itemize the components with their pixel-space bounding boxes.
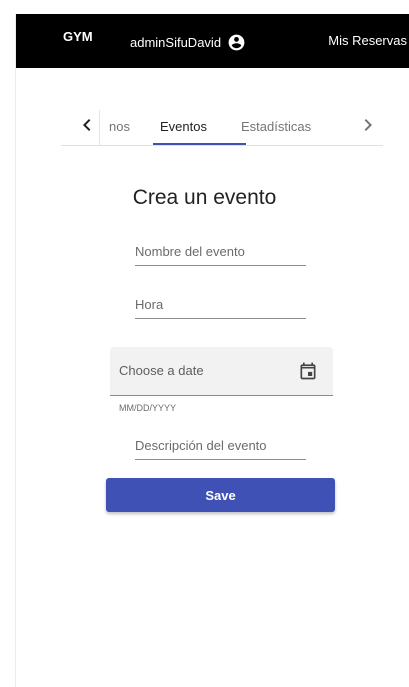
tab-bar: nos Eventos Estadísticas: [61, 110, 383, 146]
date-format-hint: MM/DD/YYYY: [119, 403, 177, 413]
tab-estadisticas[interactable]: Estadísticas: [241, 119, 311, 134]
tab-horarios-label: nos: [109, 119, 130, 134]
event-name-field: [135, 240, 306, 266]
event-description-input[interactable]: [135, 438, 306, 453]
event-time-field: [135, 293, 306, 319]
chevron-right-icon[interactable]: [356, 113, 380, 137]
tab-horarios[interactable]: nos: [100, 119, 130, 134]
account-circle-icon: [228, 34, 245, 51]
event-time-input[interactable]: [135, 297, 306, 312]
brand-link[interactable]: GYM: [63, 29, 93, 44]
form-title: Crea un evento: [132, 186, 277, 209]
save-button[interactable]: Save: [106, 478, 335, 512]
username: adminSifuDavid: [130, 35, 222, 50]
event-date-field: [110, 347, 333, 396]
event-date-input[interactable]: [119, 363, 289, 378]
chevron-left-icon[interactable]: [75, 113, 99, 137]
calendar-icon[interactable]: [298, 361, 318, 381]
event-name-input[interactable]: [135, 244, 306, 259]
top-navbar: GYM adminSifuDavid Mis Reservas: [16, 14, 409, 68]
event-description-field: [135, 434, 306, 460]
reservations-link[interactable]: Mis Reservas: [328, 33, 407, 48]
active-tab-indicator: [153, 143, 246, 145]
tab-eventos[interactable]: Eventos: [160, 119, 207, 134]
user-menu[interactable]: adminSifuDavid: [130, 33, 246, 52]
